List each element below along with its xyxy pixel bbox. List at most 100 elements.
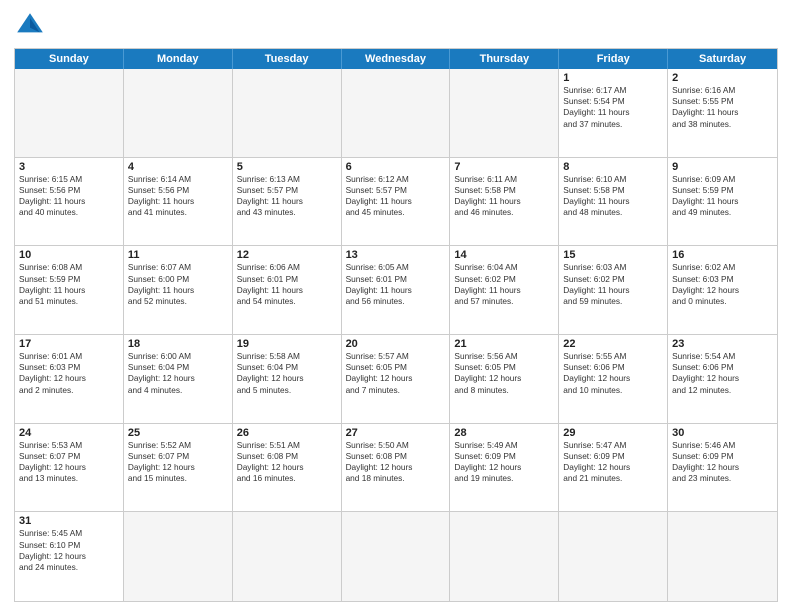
cal-day-22: 22Sunrise: 5:55 AM Sunset: 6:06 PM Dayli… <box>559 335 668 424</box>
cal-day-31: 31Sunrise: 5:45 AM Sunset: 6:10 PM Dayli… <box>15 512 124 601</box>
cal-day-12: 12Sunrise: 6:06 AM Sunset: 6:01 PM Dayli… <box>233 246 342 335</box>
day-number: 6 <box>346 161 446 173</box>
sun-info: Sunrise: 6:02 AM Sunset: 6:03 PM Dayligh… <box>672 262 773 307</box>
day-number: 29 <box>563 427 663 439</box>
sun-info: Sunrise: 6:17 AM Sunset: 5:54 PM Dayligh… <box>563 85 663 130</box>
cal-day-20: 20Sunrise: 5:57 AM Sunset: 6:05 PM Dayli… <box>342 335 451 424</box>
day-number: 18 <box>128 338 228 350</box>
cal-day-10: 10Sunrise: 6:08 AM Sunset: 5:59 PM Dayli… <box>15 246 124 335</box>
sun-info: Sunrise: 6:04 AM Sunset: 6:02 PM Dayligh… <box>454 262 554 307</box>
cal-day-7: 7Sunrise: 6:11 AM Sunset: 5:58 PM Daylig… <box>450 158 559 247</box>
logo-icon <box>14 10 46 42</box>
sun-info: Sunrise: 5:57 AM Sunset: 6:05 PM Dayligh… <box>346 351 446 396</box>
sun-info: Sunrise: 6:12 AM Sunset: 5:57 PM Dayligh… <box>346 174 446 219</box>
cal-day-18: 18Sunrise: 6:00 AM Sunset: 6:04 PM Dayli… <box>124 335 233 424</box>
sun-info: Sunrise: 6:03 AM Sunset: 6:02 PM Dayligh… <box>563 262 663 307</box>
day-number: 12 <box>237 249 337 261</box>
cal-day-14: 14Sunrise: 6:04 AM Sunset: 6:02 PM Dayli… <box>450 246 559 335</box>
sun-info: Sunrise: 5:54 AM Sunset: 6:06 PM Dayligh… <box>672 351 773 396</box>
sun-info: Sunrise: 5:50 AM Sunset: 6:08 PM Dayligh… <box>346 440 446 485</box>
day-number: 19 <box>237 338 337 350</box>
day-number: 7 <box>454 161 554 173</box>
cal-day-16: 16Sunrise: 6:02 AM Sunset: 6:03 PM Dayli… <box>668 246 777 335</box>
sun-info: Sunrise: 6:16 AM Sunset: 5:55 PM Dayligh… <box>672 85 773 130</box>
day-number: 10 <box>19 249 119 261</box>
sun-info: Sunrise: 6:05 AM Sunset: 6:01 PM Dayligh… <box>346 262 446 307</box>
cal-empty <box>233 512 342 601</box>
cal-day-2: 2Sunrise: 6:16 AM Sunset: 5:55 PM Daylig… <box>668 69 777 158</box>
cal-empty <box>342 69 451 158</box>
cal-day-26: 26Sunrise: 5:51 AM Sunset: 6:08 PM Dayli… <box>233 424 342 513</box>
cal-day-1: 1Sunrise: 6:17 AM Sunset: 5:54 PM Daylig… <box>559 69 668 158</box>
cal-day-5: 5Sunrise: 6:13 AM Sunset: 5:57 PM Daylig… <box>233 158 342 247</box>
cal-empty <box>124 69 233 158</box>
header-day-thursday: Thursday <box>450 49 559 69</box>
sun-info: Sunrise: 5:46 AM Sunset: 6:09 PM Dayligh… <box>672 440 773 485</box>
calendar: SundayMondayTuesdayWednesdayThursdayFrid… <box>14 48 778 602</box>
header-day-tuesday: Tuesday <box>233 49 342 69</box>
calendar-header-row: SundayMondayTuesdayWednesdayThursdayFrid… <box>15 49 777 69</box>
day-number: 13 <box>346 249 446 261</box>
cal-day-9: 9Sunrise: 6:09 AM Sunset: 5:59 PM Daylig… <box>668 158 777 247</box>
header-day-saturday: Saturday <box>668 49 777 69</box>
day-number: 14 <box>454 249 554 261</box>
sun-info: Sunrise: 6:00 AM Sunset: 6:04 PM Dayligh… <box>128 351 228 396</box>
day-number: 4 <box>128 161 228 173</box>
cal-day-6: 6Sunrise: 6:12 AM Sunset: 5:57 PM Daylig… <box>342 158 451 247</box>
cal-empty <box>450 512 559 601</box>
day-number: 21 <box>454 338 554 350</box>
cal-day-25: 25Sunrise: 5:52 AM Sunset: 6:07 PM Dayli… <box>124 424 233 513</box>
cal-day-23: 23Sunrise: 5:54 AM Sunset: 6:06 PM Dayli… <box>668 335 777 424</box>
sun-info: Sunrise: 6:07 AM Sunset: 6:00 PM Dayligh… <box>128 262 228 307</box>
day-number: 31 <box>19 515 119 527</box>
day-number: 11 <box>128 249 228 261</box>
sun-info: Sunrise: 5:49 AM Sunset: 6:09 PM Dayligh… <box>454 440 554 485</box>
cal-empty <box>15 69 124 158</box>
cal-day-3: 3Sunrise: 6:15 AM Sunset: 5:56 PM Daylig… <box>15 158 124 247</box>
cal-day-17: 17Sunrise: 6:01 AM Sunset: 6:03 PM Dayli… <box>15 335 124 424</box>
header-day-sunday: Sunday <box>15 49 124 69</box>
day-number: 9 <box>672 161 773 173</box>
page: SundayMondayTuesdayWednesdayThursdayFrid… <box>0 0 792 612</box>
cal-day-8: 8Sunrise: 6:10 AM Sunset: 5:58 PM Daylig… <box>559 158 668 247</box>
day-number: 3 <box>19 161 119 173</box>
day-number: 1 <box>563 72 663 84</box>
sun-info: Sunrise: 6:11 AM Sunset: 5:58 PM Dayligh… <box>454 174 554 219</box>
sun-info: Sunrise: 6:10 AM Sunset: 5:58 PM Dayligh… <box>563 174 663 219</box>
day-number: 24 <box>19 427 119 439</box>
cal-day-28: 28Sunrise: 5:49 AM Sunset: 6:09 PM Dayli… <box>450 424 559 513</box>
cal-empty <box>450 69 559 158</box>
sun-info: Sunrise: 5:45 AM Sunset: 6:10 PM Dayligh… <box>19 528 119 573</box>
calendar-body: 1Sunrise: 6:17 AM Sunset: 5:54 PM Daylig… <box>15 69 777 601</box>
header-day-friday: Friday <box>559 49 668 69</box>
cal-empty <box>559 512 668 601</box>
day-number: 5 <box>237 161 337 173</box>
sun-info: Sunrise: 5:53 AM Sunset: 6:07 PM Dayligh… <box>19 440 119 485</box>
sun-info: Sunrise: 6:13 AM Sunset: 5:57 PM Dayligh… <box>237 174 337 219</box>
day-number: 27 <box>346 427 446 439</box>
sun-info: Sunrise: 6:15 AM Sunset: 5:56 PM Dayligh… <box>19 174 119 219</box>
day-number: 25 <box>128 427 228 439</box>
day-number: 15 <box>563 249 663 261</box>
cal-day-24: 24Sunrise: 5:53 AM Sunset: 6:07 PM Dayli… <box>15 424 124 513</box>
day-number: 30 <box>672 427 773 439</box>
sun-info: Sunrise: 5:55 AM Sunset: 6:06 PM Dayligh… <box>563 351 663 396</box>
sun-info: Sunrise: 5:47 AM Sunset: 6:09 PM Dayligh… <box>563 440 663 485</box>
calendar-header <box>14 10 778 42</box>
sun-info: Sunrise: 6:14 AM Sunset: 5:56 PM Dayligh… <box>128 174 228 219</box>
header-day-wednesday: Wednesday <box>342 49 451 69</box>
sun-info: Sunrise: 5:56 AM Sunset: 6:05 PM Dayligh… <box>454 351 554 396</box>
cal-day-21: 21Sunrise: 5:56 AM Sunset: 6:05 PM Dayli… <box>450 335 559 424</box>
cal-empty <box>233 69 342 158</box>
cal-day-19: 19Sunrise: 5:58 AM Sunset: 6:04 PM Dayli… <box>233 335 342 424</box>
sun-info: Sunrise: 6:01 AM Sunset: 6:03 PM Dayligh… <box>19 351 119 396</box>
day-number: 16 <box>672 249 773 261</box>
sun-info: Sunrise: 5:58 AM Sunset: 6:04 PM Dayligh… <box>237 351 337 396</box>
day-number: 20 <box>346 338 446 350</box>
logo <box>14 10 50 42</box>
day-number: 28 <box>454 427 554 439</box>
sun-info: Sunrise: 6:06 AM Sunset: 6:01 PM Dayligh… <box>237 262 337 307</box>
cal-day-30: 30Sunrise: 5:46 AM Sunset: 6:09 PM Dayli… <box>668 424 777 513</box>
sun-info: Sunrise: 6:08 AM Sunset: 5:59 PM Dayligh… <box>19 262 119 307</box>
cal-day-4: 4Sunrise: 6:14 AM Sunset: 5:56 PM Daylig… <box>124 158 233 247</box>
